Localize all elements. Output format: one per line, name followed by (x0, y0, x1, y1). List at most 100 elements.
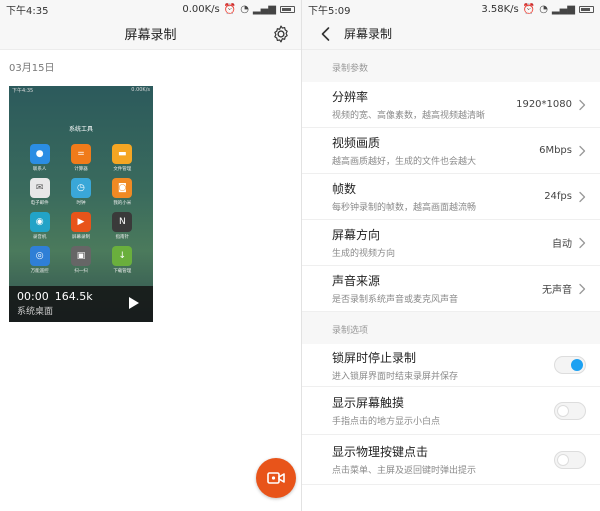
setting-description: 进入锁屏界面时结束录屏并保存 (332, 371, 459, 382)
thumbnail-app-label: 联系人 (32, 167, 47, 172)
toggle-switch[interactable] (554, 356, 586, 374)
setting-description: 越高画质越好，生成的文件也会越大 (332, 157, 477, 167)
thumbnail-app-label: 指南针 (115, 235, 130, 240)
setting-description: 每秒钟录制的帧数，越高画面越流畅 (332, 203, 477, 213)
recording-duration: 00:00 (17, 290, 49, 303)
thumbnail-app-label: 计算器 (74, 167, 88, 172)
scan-icon: ▣ (70, 246, 91, 266)
thumbnail-app-label: 下载管理 (113, 269, 132, 274)
setting-value: 无声音 (542, 285, 572, 296)
date-label: 03月15日 (9, 63, 55, 74)
screen-record-icon: ▶ (70, 212, 91, 232)
wifi-icon: ◔ (240, 3, 249, 15)
recordings-panel: 下午4:35 0.00K/s ⏰ ◔ ▂▄▆ 屏幕录制 03月15日 下午4:3… (0, 0, 302, 511)
toggle-knob (557, 404, 569, 417)
setting-description: 点击菜单、主屏及返回键时弹出提示 (332, 466, 477, 476)
section-header: 录制参数 (302, 50, 600, 82)
setting-description: 视频的宽、高像素数，越高视频越清晰 (332, 111, 486, 121)
thumbnail-app: = 计算器 (60, 144, 101, 172)
status-bar: 下午5:09 3.58K/s ⏰ ◔ ▂▄▆ (302, 0, 600, 18)
thumbnail-status-bar: 下午4:35 0.00K/s (12, 87, 150, 94)
play-icon[interactable] (129, 297, 139, 309)
status-time: 下午4:35 (6, 5, 49, 17)
toggle-knob (571, 359, 583, 371)
signal-icon: ▂▄▆ (252, 3, 276, 15)
setting-description: 手指点击的地方显示小白点 (332, 417, 441, 427)
network-speed: 0.00K/s (182, 3, 220, 15)
battery-icon (280, 5, 295, 13)
start-recording-button[interactable] (256, 458, 296, 498)
wifi-icon: ◔ (539, 3, 548, 15)
chevron-right-icon (579, 283, 586, 294)
thumbnail-app: ▣ 扫一扫 (60, 246, 101, 274)
setting-label: 显示屏幕触摸 (332, 396, 405, 410)
thumbnail-app: ◉ 录音机 (19, 212, 60, 240)
thumbnail-app: ◙ 我的小米 (102, 178, 143, 206)
setting-label: 锁屏时停止录制 (332, 350, 417, 365)
setting-description: 生成的视频方向 (332, 249, 396, 259)
recording-info-overlay: 00:00 164.5k 系统桌面 (9, 286, 153, 322)
page-title: 屏幕录制 (124, 28, 177, 43)
gear-icon[interactable] (271, 24, 291, 44)
settings-row[interactable]: 屏幕方向 生成的视频方向 自动 (302, 220, 600, 266)
compass-icon: N (112, 212, 133, 232)
setting-label: 视频画质 (332, 136, 381, 150)
chevron-right-icon (579, 99, 586, 110)
recording-caption: 系统桌面 (17, 307, 54, 317)
settings-row[interactable]: 视频画质越高画质越好，生成的文件也会越大 6Mbps (302, 128, 600, 174)
thumbnail-app-label: 我的小米 (113, 201, 132, 206)
status-time: 下午5:09 (308, 5, 351, 17)
toggle-switch[interactable] (554, 450, 586, 469)
setting-label: 帧数 (332, 182, 357, 196)
toggle-knob (557, 453, 569, 466)
back-arrow-icon[interactable] (316, 24, 336, 44)
setting-value: 自动 (552, 239, 572, 250)
settings-row[interactable]: 锁屏时停止录制进入锁屏界面时结束录屏并保存 (302, 344, 600, 387)
thumbnail-app-label: 扫一扫 (74, 269, 88, 274)
calculator-icon: = (70, 144, 91, 164)
thumbnail-app-label: 录音机 (32, 235, 47, 240)
thumbnail-app-label: 电子邮件 (30, 201, 49, 206)
battery-icon (579, 5, 594, 13)
alarm-icon: ⏰ (522, 3, 536, 15)
contacts-icon: ● (29, 144, 50, 164)
setting-label: 显示物理按键点击 (332, 445, 429, 459)
folder-icon: ▬ (112, 144, 133, 164)
thumbnail-app: ✉ 电子邮件 (19, 178, 60, 206)
thumbnail-app: ▬ 文件管理 (102, 144, 143, 172)
thumbnail-app-label: 屏幕录制 (71, 235, 90, 240)
toggle-switch[interactable] (554, 401, 586, 420)
setting-value: 6Mbps (539, 145, 572, 156)
thumbnail-app-label: 时钟 (76, 201, 86, 206)
video-camera-icon (267, 472, 285, 484)
download-icon: ↓ (112, 246, 133, 266)
settings-row[interactable]: 声音来源 是否录制系统声音或麦克风声音 无声音 (302, 266, 600, 312)
settings-row[interactable]: 显示屏幕触摸手指点击的地方显示小白点 (302, 387, 600, 435)
clock-icon: ◷ (70, 178, 91, 198)
network-speed: 3.58K/s (481, 3, 519, 15)
setting-description: 是否录制系统声音或麦克风声音 (332, 295, 459, 305)
thumbnail-app-label: 文件管理 (113, 167, 132, 172)
setting-value: 1920*1080 (516, 99, 572, 110)
thumbnail-app-label: 万能遥控 (30, 269, 49, 274)
settings-row[interactable]: 显示物理按键点击点击菜单、主屏及返回键时弹出提示 (302, 435, 600, 485)
alarm-icon: ⏰ (223, 3, 237, 15)
section-header: 录制选项 (302, 312, 600, 344)
settings-row[interactable]: 帧数 每秒钟录制的帧数，越高画面越流畅 24fps (302, 174, 600, 220)
thumbnail-app: ◎ 万能遥控 (19, 246, 60, 274)
thumbnail-app: ↓ 下载管理 (102, 246, 143, 274)
recording-size: 164.5k (54, 290, 93, 303)
mi-icon: ◙ (112, 178, 133, 198)
thumbnail-app-grid: ● 联系人 = 计算器 ▬ 文件管理 ✉ 电子邮件 ◷ 时钟 ◙ 我的小米 ◉ 录音机 ▶ 屏幕录制 N 指南针 ◎… (19, 144, 143, 274)
page-title: 屏幕录制 (344, 27, 393, 41)
settings-row[interactable]: 分辨率视频的宽、高像素数，越高视频越清晰 1920*1080 (302, 82, 600, 128)
recorder-icon: ◉ (29, 212, 50, 232)
remote-icon: ◎ (29, 246, 50, 266)
status-bar: 下午4:35 0.00K/s ⏰ ◔ ▂▄▆ (0, 0, 301, 18)
chevron-right-icon (579, 191, 586, 202)
thumbnail-app: N 指南针 (102, 212, 143, 240)
thumbnail-folder-title: 系统工具 (68, 126, 93, 133)
setting-label: 分辨率 (332, 90, 369, 104)
recording-thumbnail[interactable]: 下午4:35 0.00K/s 系统工具 ● 联系人 = 计算器 ▬ 文件管理 ✉ 电子邮件 ◷ 时… (9, 86, 153, 322)
thumbnail-app: ◷ 时钟 (60, 178, 101, 206)
